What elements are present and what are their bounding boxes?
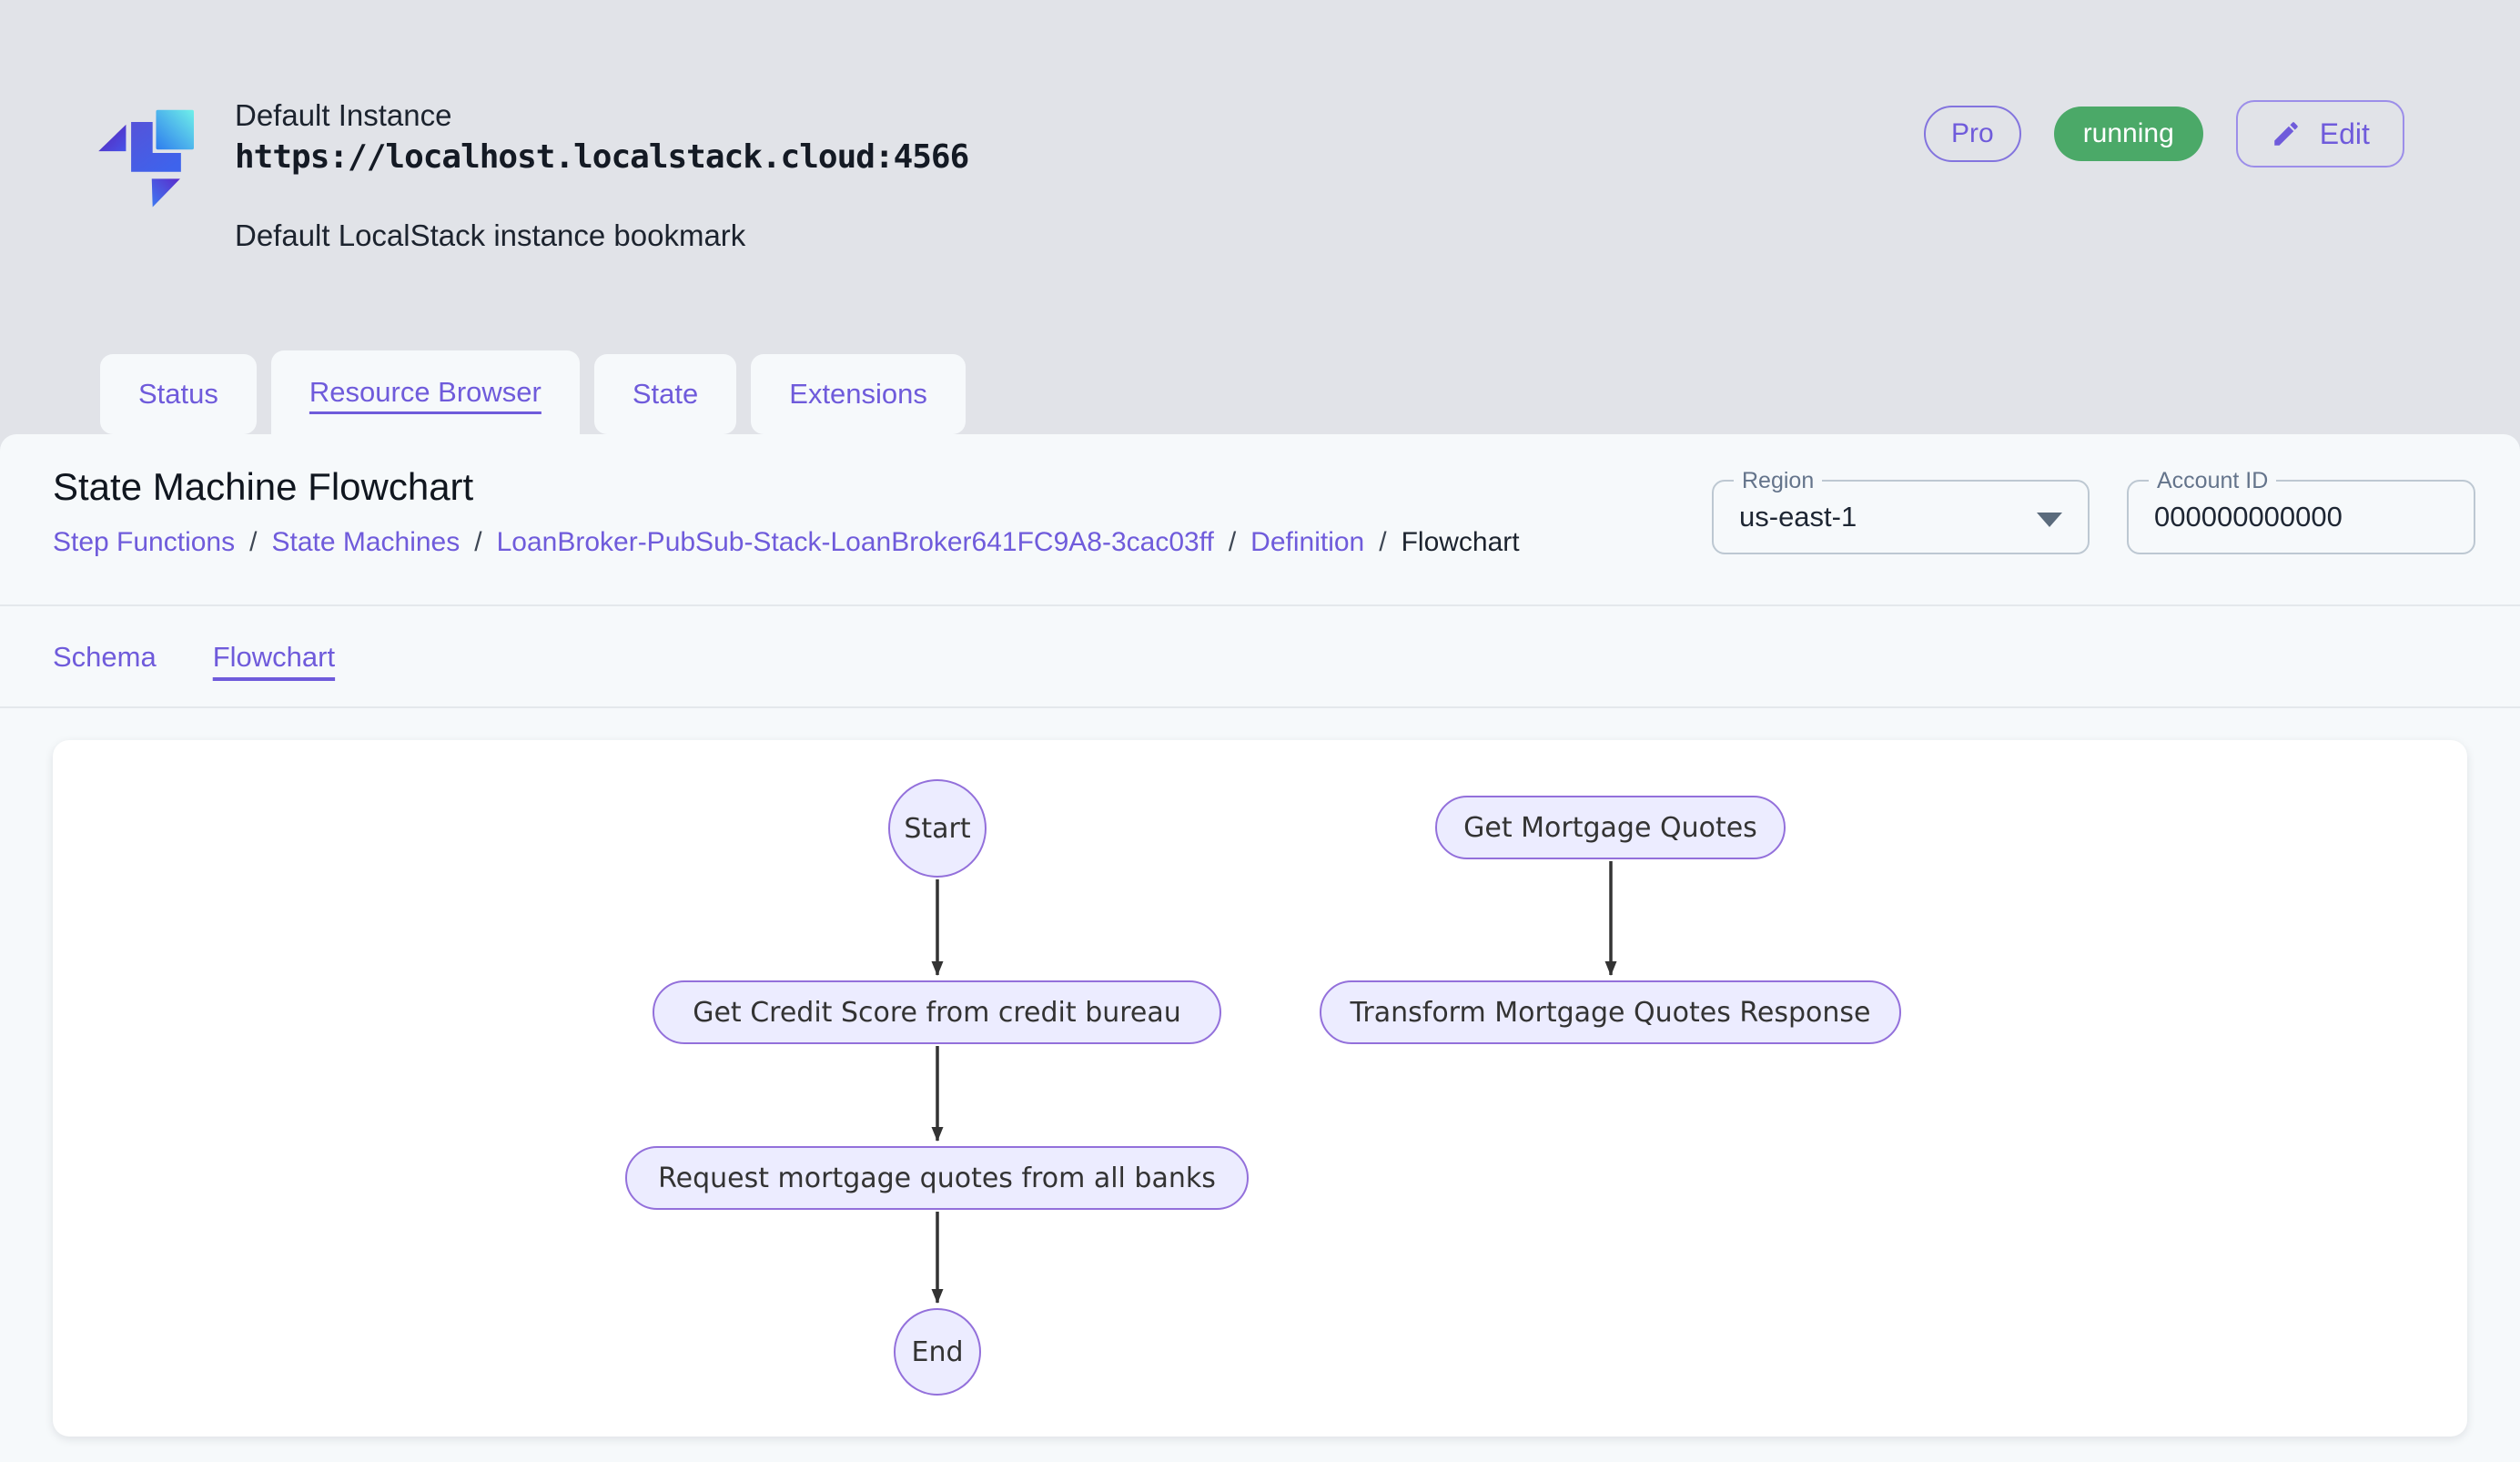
status-badge: running [2054, 107, 2203, 161]
flowchart-edges [53, 740, 2467, 1437]
page-title: State Machine Flowchart [53, 465, 473, 509]
main-tabs: Status Resource Browser State Extensions [100, 350, 966, 434]
breadcrumb-state-machine-id[interactable]: LoanBroker-PubSub-Stack-LoanBroker641FC9… [497, 527, 1214, 558]
breadcrumb-state-machines[interactable]: State Machines [271, 527, 460, 558]
flow-node-transform-response: Transform Mortgage Quotes Response [1320, 980, 1901, 1044]
header-controls: Pro running Edit [1924, 100, 2404, 168]
tab-extensions[interactable]: Extensions [751, 354, 966, 434]
subtab-schema[interactable]: Schema [53, 641, 157, 674]
region-select[interactable]: Region us-east-1 [1712, 480, 2090, 554]
breadcrumb-separator: / [1229, 527, 1236, 558]
tab-resource-browser[interactable]: Resource Browser [271, 350, 580, 434]
pro-badge: Pro [1924, 106, 2021, 162]
instance-url: https://localhost.localstack.cloud:4566 [235, 138, 968, 176]
flowchart-card: Start Get Credit Score from credit burea… [53, 740, 2467, 1437]
instance-description: Default LocalStack instance bookmark [235, 218, 745, 253]
localstack-app: Default Instance https://localhost.local… [0, 0, 2520, 1462]
edit-button[interactable]: Edit [2236, 100, 2404, 168]
tab-extensions-label: Extensions [789, 378, 927, 411]
region-select-label: Region [1734, 467, 1822, 494]
account-id-field: Account ID [2127, 480, 2475, 554]
tab-state-label: State [633, 378, 698, 411]
pencil-icon [2271, 118, 2302, 149]
breadcrumb-separator: / [474, 527, 481, 558]
instance-name: Default Instance [235, 98, 451, 133]
chevron-down-icon [2037, 513, 2062, 527]
flow-node-request-mortgage-quotes: Request mortgage quotes from all banks [625, 1146, 1249, 1210]
state-machine-flowchart: Start Get Credit Score from credit burea… [53, 740, 2467, 1437]
breadcrumb: Step Functions / State Machines / LoanBr… [53, 527, 1520, 558]
edit-button-label: Edit [2320, 117, 2370, 151]
tab-resource-browser-label: Resource Browser [309, 376, 541, 409]
tab-status-label: Status [138, 378, 218, 411]
flow-node-end: End [894, 1308, 981, 1396]
breadcrumb-definition[interactable]: Definition [1250, 527, 1364, 558]
panel-header: State Machine Flowchart Step Functions /… [0, 434, 2520, 606]
breadcrumb-step-functions[interactable]: Step Functions [53, 527, 235, 558]
tab-status[interactable]: Status [100, 354, 257, 434]
flow-node-start: Start [888, 779, 987, 878]
subtab-flowchart[interactable]: Flowchart [213, 641, 335, 674]
account-id-label: Account ID [2149, 467, 2276, 494]
tab-state[interactable]: State [594, 354, 736, 434]
breadcrumb-flowchart: Flowchart [1402, 527, 1520, 558]
flow-node-get-credit-score: Get Credit Score from credit bureau [653, 980, 1221, 1044]
breadcrumb-separator: / [249, 527, 257, 558]
definition-subtabs: Schema Flowchart [0, 608, 2520, 708]
localstack-logo [86, 91, 194, 215]
flow-node-get-mortgage-quotes: Get Mortgage Quotes [1435, 796, 1786, 859]
breadcrumb-separator: / [1379, 527, 1386, 558]
content-panel: State Machine Flowchart Step Functions /… [0, 434, 2520, 1462]
